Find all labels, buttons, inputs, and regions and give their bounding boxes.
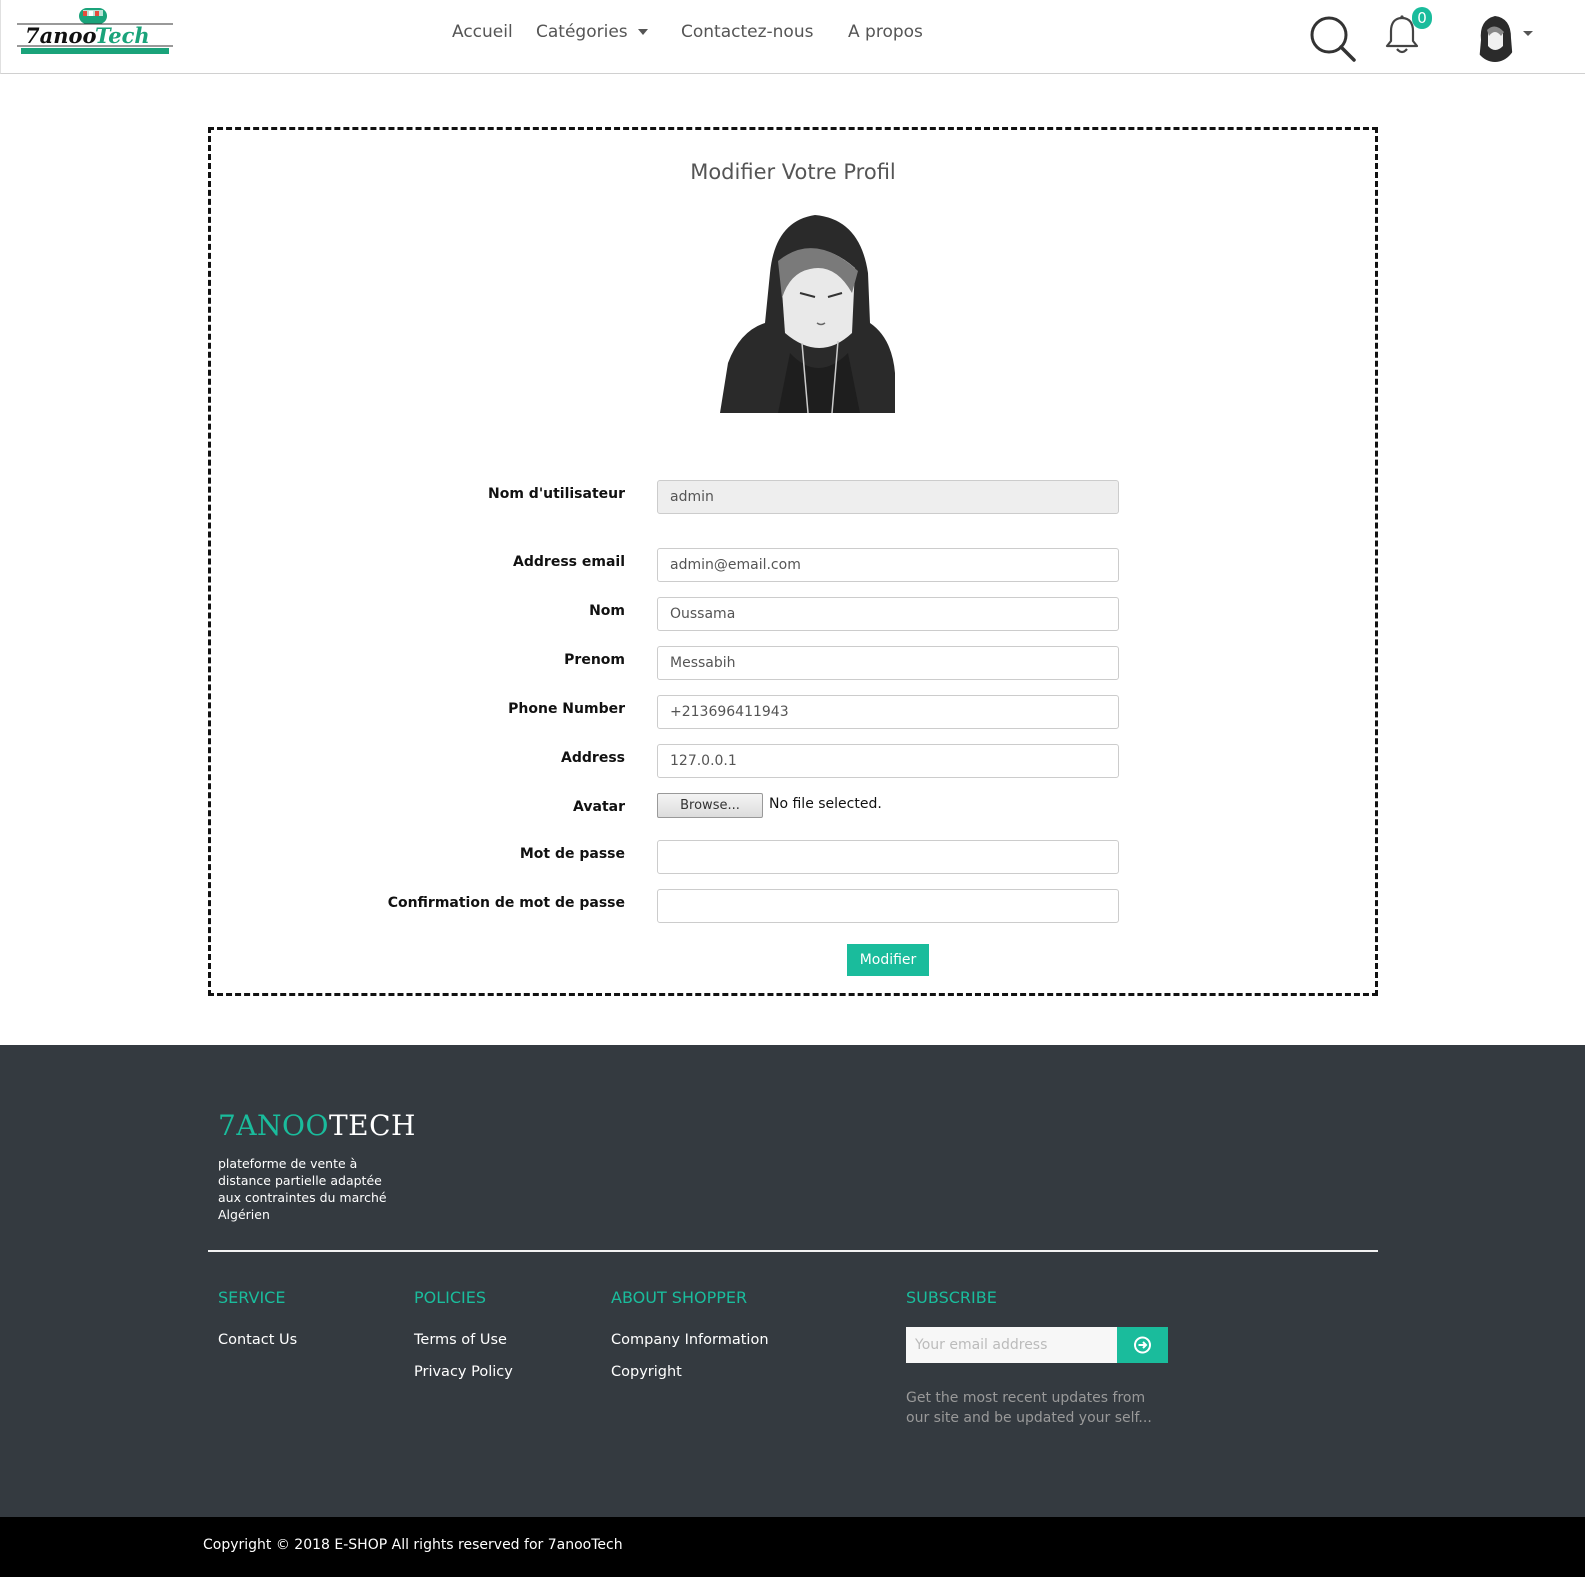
svg-text:7anoo: 7anoo <box>25 23 97 48</box>
footer-description: plateforme de vente à distance partielle… <box>218 1156 387 1222</box>
arrow-circle-right-icon <box>1134 1336 1151 1354</box>
profile-avatar-image <box>720 213 895 414</box>
avatar[interactable] <box>1473 10 1517 62</box>
page-title: Modifier Votre Profil <box>690 160 896 184</box>
phone-label: Phone Number <box>508 701 625 717</box>
email-label: Address email <box>513 554 625 570</box>
footer-divider <box>208 1250 1378 1252</box>
username-field: admin <box>657 480 1119 514</box>
last-name-field[interactable]: Oussama <box>657 597 1119 631</box>
username-label: Nom d'utilisateur <box>488 486 625 502</box>
last-name-row: Nom Oussama <box>211 597 1375 631</box>
password-confirm-row: Confirmation de mot de passe <box>211 889 1375 923</box>
copyright-link[interactable]: Copyright <box>611 1364 682 1380</box>
nav-about-link[interactable]: A propos <box>848 22 923 42</box>
privacy-link[interactable]: Privacy Policy <box>414 1364 513 1380</box>
avatar-label: Avatar <box>573 799 625 815</box>
edit-profile-card: Modifier Votre Profil Nom d'utilisateur … <box>208 127 1378 996</box>
svg-text:Tech: Tech <box>95 23 150 48</box>
password-label: Mot de passe <box>519 846 625 862</box>
about-shopper-title: ABOUT SHOPPER <box>611 1288 748 1307</box>
footer-brand: 7ANOOTECH <box>218 1109 416 1142</box>
terms-link[interactable]: Terms of Use <box>414 1332 507 1348</box>
avatar-row: Avatar Browse... No file selected. <box>211 793 1375 827</box>
phone-row: Phone Number +213696411943 <box>211 695 1375 729</box>
top-navbar: 7anoo Tech Accueil Catégories Contactez-… <box>0 0 1585 74</box>
nav-contact-link[interactable]: Contactez-nous <box>681 22 813 42</box>
brand-logo[interactable]: 7anoo Tech <box>17 6 173 58</box>
subscribe-button[interactable] <box>1117 1327 1168 1363</box>
first-name-row: Prenom Messabih <box>211 646 1375 680</box>
chevron-down-icon[interactable] <box>1523 31 1533 36</box>
notification-badge: 0 <box>1412 7 1432 29</box>
file-status: No file selected. <box>769 796 882 812</box>
email-row: Address email admin@email.com <box>211 548 1375 582</box>
username-row: Nom d'utilisateur admin <box>211 480 1375 514</box>
first-name-field[interactable]: Messabih <box>657 646 1119 680</box>
bottom-bar: Copyright © 2018 E-SHOP All rights reser… <box>0 1517 1585 1577</box>
modify-button[interactable]: Modifier <box>847 944 929 976</box>
policies-title: POLICIES <box>414 1288 487 1307</box>
password-row: Mot de passe <box>211 840 1375 874</box>
address-label: Address <box>561 750 625 766</box>
email-field[interactable]: admin@email.com <box>657 548 1119 582</box>
nav-categories-dropdown[interactable]: Catégories <box>536 22 648 42</box>
chevron-down-icon <box>637 29 648 35</box>
password-confirm-field[interactable] <box>657 889 1119 923</box>
search-icon[interactable] <box>1309 14 1357 62</box>
nav-categories-label: Catégories <box>536 22 628 42</box>
phone-field[interactable]: +213696411943 <box>657 695 1119 729</box>
browse-button[interactable]: Browse... <box>657 793 763 818</box>
subscribe-title: SUBSCRIBE <box>906 1288 997 1307</box>
company-info-link[interactable]: Company Information <box>611 1332 769 1348</box>
address-field[interactable]: 127.0.0.1 <box>657 744 1119 778</box>
service-title: SERVICE <box>218 1288 286 1307</box>
first-name-label: Prenom <box>564 652 625 668</box>
last-name-label: Nom <box>589 603 625 619</box>
footer: 7ANOOTECH plateforme de vente à distance… <box>0 1045 1585 1517</box>
footer-brand-part1: 7ANOO <box>218 1109 329 1142</box>
password-confirm-label: Confirmation de mot de passe <box>387 895 625 911</box>
subscribe-note: Get the most recent updates from our sit… <box>906 1390 1152 1426</box>
subscribe-email-input[interactable]: Your email address <box>906 1327 1117 1363</box>
footer-brand-part2: TECH <box>328 1109 416 1142</box>
nav-home-link[interactable]: Accueil <box>452 22 513 42</box>
password-field[interactable] <box>657 840 1119 874</box>
address-row: Address 127.0.0.1 <box>211 744 1375 778</box>
contact-us-link[interactable]: Contact Us <box>218 1332 297 1348</box>
copyright-text: Copyright © 2018 E-SHOP All rights reser… <box>203 1537 623 1553</box>
